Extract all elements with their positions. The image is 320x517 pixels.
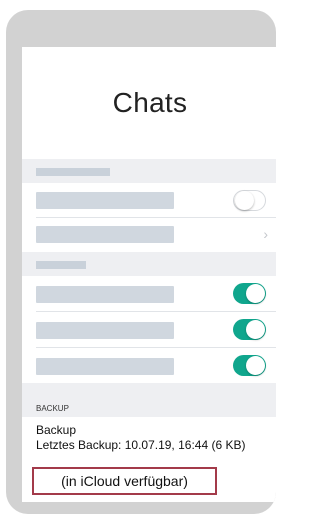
- section-header-placeholder: [36, 168, 110, 176]
- row-label-placeholder: [36, 286, 174, 303]
- toggle-knob: [246, 284, 265, 303]
- icloud-availability-note: (in iCloud verfügbar): [32, 467, 217, 495]
- settings-row-4[interactable]: [22, 312, 276, 347]
- toggle-switch-1[interactable]: [233, 190, 266, 211]
- toggle-switch-4[interactable]: [233, 319, 266, 340]
- title-area: Chats: [22, 47, 276, 159]
- chevron-right-icon: ›: [263, 226, 268, 242]
- last-backup-text: Letztes Backup: 10.07.19, 16:44 (6 KB): [36, 438, 246, 452]
- row-label-placeholder: [36, 322, 174, 339]
- toggle-knob: [235, 191, 254, 210]
- phone-frame: Chats › BACKUP Backup Letztes Backup: 10…: [6, 10, 276, 514]
- row-label-placeholder: [36, 192, 174, 209]
- settings-row-1[interactable]: [22, 183, 276, 217]
- chats-screen: Chats › BACKUP Backup Letztes Backup: 10…: [22, 47, 276, 502]
- row-label-placeholder: [36, 226, 174, 243]
- row-label-placeholder: [36, 358, 174, 375]
- backup-title: Backup: [36, 423, 77, 437]
- settings-row-2[interactable]: ›: [22, 218, 276, 252]
- toggle-knob: [246, 356, 265, 375]
- toggle-switch-3[interactable]: [233, 283, 266, 304]
- section-header-2: [22, 252, 276, 276]
- settings-row-3[interactable]: [22, 276, 276, 311]
- section-header-placeholder: [36, 261, 86, 269]
- settings-row-5[interactable]: [22, 348, 276, 383]
- toggle-knob: [246, 320, 265, 339]
- backup-section-header: BACKUP: [22, 383, 276, 417]
- page-title: Chats: [112, 87, 188, 118]
- backup-section-label: BACKUP: [36, 404, 69, 413]
- section-header-1: [22, 159, 276, 183]
- toggle-switch-5[interactable]: [233, 355, 266, 376]
